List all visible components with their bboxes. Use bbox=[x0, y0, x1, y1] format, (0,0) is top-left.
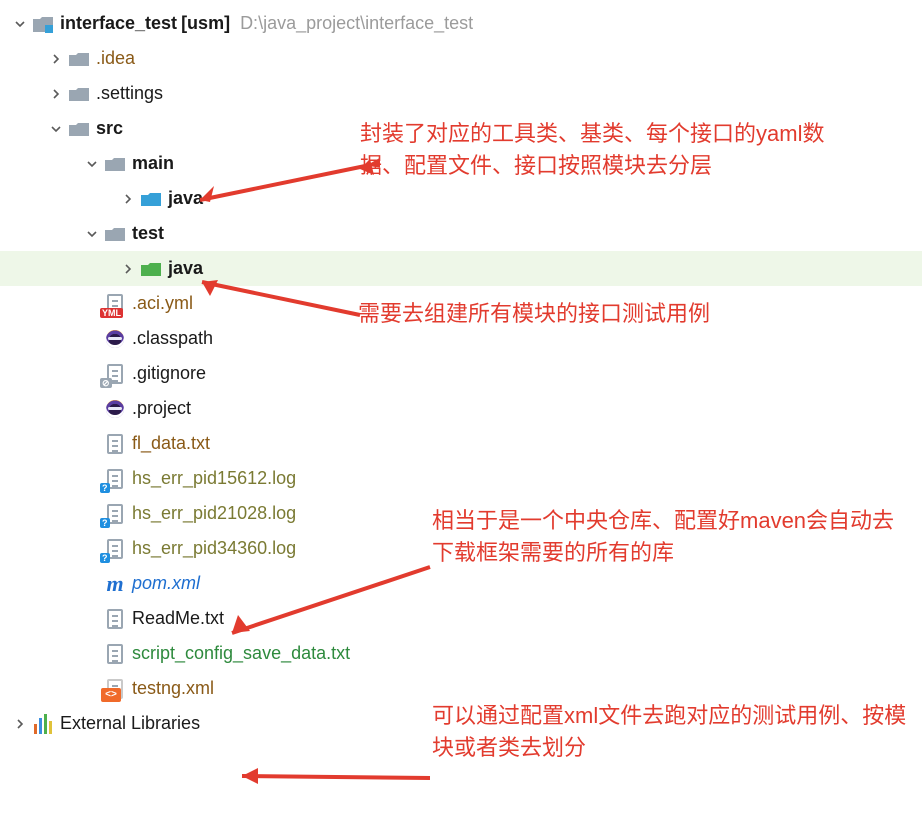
folder-label: test bbox=[132, 223, 164, 244]
project-path: D:\java_project\interface_test bbox=[240, 13, 473, 34]
chevron-right-icon[interactable] bbox=[12, 716, 28, 732]
java-source-folder-icon bbox=[140, 188, 162, 210]
arrow-icon bbox=[230, 748, 440, 798]
file-label: .classpath bbox=[132, 328, 213, 349]
eclipse-file-icon bbox=[104, 328, 126, 350]
folder-label: main bbox=[132, 153, 174, 174]
tree-item-script-config[interactable]: script_config_save_data.txt bbox=[0, 636, 922, 671]
file-icon: ? bbox=[104, 503, 126, 525]
file-icon: ? bbox=[104, 538, 126, 560]
tree-spacer bbox=[84, 611, 100, 627]
folder-icon bbox=[104, 153, 126, 175]
folder-icon bbox=[104, 223, 126, 245]
tree-item-hs1[interactable]: ? hs_err_pid15612.log bbox=[0, 461, 922, 496]
chevron-down-icon[interactable] bbox=[48, 121, 64, 137]
tree-spacer bbox=[84, 506, 100, 522]
tree-item-test[interactable]: test bbox=[0, 216, 922, 251]
file-label: ReadMe.txt bbox=[132, 608, 224, 629]
eclipse-file-icon bbox=[104, 398, 126, 420]
folder-label: java bbox=[168, 188, 203, 209]
tree-item-idea[interactable]: .idea bbox=[0, 41, 922, 76]
tree-item-gitignore[interactable]: ⊘ .gitignore bbox=[0, 356, 922, 391]
tree-spacer bbox=[84, 401, 100, 417]
tree-spacer bbox=[84, 331, 100, 347]
file-icon bbox=[104, 608, 126, 630]
java-test-folder-icon bbox=[140, 258, 162, 280]
folder-icon bbox=[68, 48, 90, 70]
annotation-1: 封装了对应的工具类、基类、每个接口的yaml数据、配置文件、接口按照模块去分层 bbox=[360, 118, 840, 182]
chevron-right-icon[interactable] bbox=[48, 86, 64, 102]
tree-spacer bbox=[84, 471, 100, 487]
file-label: .project bbox=[132, 398, 191, 419]
tree-spacer bbox=[84, 366, 100, 382]
annotation-4: 可以通过配置xml文件去跑对应的测试用例、按模块或者类去划分 bbox=[432, 700, 912, 764]
tree-item-project[interactable]: .project bbox=[0, 391, 922, 426]
annotation-2: 需要去组建所有模块的接口测试用例 bbox=[358, 298, 838, 330]
module-folder-icon bbox=[32, 13, 54, 35]
folder-label: .idea bbox=[96, 48, 135, 69]
external-libraries-label: External Libraries bbox=[60, 713, 200, 734]
yml-file-icon: YML bbox=[104, 293, 126, 315]
chevron-right-icon[interactable] bbox=[120, 191, 136, 207]
file-label: pom.xml bbox=[132, 573, 200, 594]
tree-item-settings[interactable]: .settings bbox=[0, 76, 922, 111]
chevron-down-icon[interactable] bbox=[84, 226, 100, 242]
external-libraries-icon bbox=[32, 713, 54, 735]
file-icon bbox=[104, 643, 126, 665]
file-label: hs_err_pid15612.log bbox=[132, 468, 296, 489]
tree-item-test-java[interactable]: java bbox=[0, 251, 922, 286]
tree-item-root[interactable]: interface_test [usm] D:\java_project\int… bbox=[0, 6, 922, 41]
tree-spacer bbox=[84, 541, 100, 557]
maven-file-icon: m bbox=[104, 573, 126, 595]
chevron-right-icon[interactable] bbox=[48, 51, 64, 67]
annotation-3: 相当于是一个中央仓库、配置好maven会自动去下载框架需要的所有的库 bbox=[432, 505, 912, 569]
folder-label: .settings bbox=[96, 83, 163, 104]
tree-spacer bbox=[84, 576, 100, 592]
tree-spacer bbox=[84, 436, 100, 452]
tree-item-pom[interactable]: m pom.xml bbox=[0, 566, 922, 601]
tree-spacer bbox=[84, 681, 100, 697]
file-label: script_config_save_data.txt bbox=[132, 643, 350, 664]
chevron-down-icon[interactable] bbox=[84, 156, 100, 172]
file-label: hs_err_pid21028.log bbox=[132, 503, 296, 524]
tree-spacer bbox=[84, 646, 100, 662]
file-icon: ⊘ bbox=[104, 363, 126, 385]
xml-file-icon: <> bbox=[104, 678, 126, 700]
file-label: .aci.yml bbox=[132, 293, 193, 314]
chevron-right-icon[interactable] bbox=[120, 261, 136, 277]
folder-icon bbox=[68, 83, 90, 105]
project-vcs-suffix: [usm] bbox=[181, 13, 230, 34]
tree-item-readme[interactable]: ReadMe.txt bbox=[0, 601, 922, 636]
tree-spacer bbox=[84, 296, 100, 312]
folder-label: src bbox=[96, 118, 123, 139]
folder-label: java bbox=[168, 258, 203, 279]
folder-icon bbox=[68, 118, 90, 140]
file-label: .gitignore bbox=[132, 363, 206, 384]
file-label: testng.xml bbox=[132, 678, 214, 699]
tree-item-fl-data[interactable]: fl_data.txt bbox=[0, 426, 922, 461]
tree-item-main-java[interactable]: java bbox=[0, 181, 922, 216]
file-icon bbox=[104, 433, 126, 455]
chevron-down-icon[interactable] bbox=[12, 16, 28, 32]
project-name: interface_test bbox=[60, 13, 177, 34]
file-label: hs_err_pid34360.log bbox=[132, 538, 296, 559]
file-label: fl_data.txt bbox=[132, 433, 210, 454]
file-icon: ? bbox=[104, 468, 126, 490]
